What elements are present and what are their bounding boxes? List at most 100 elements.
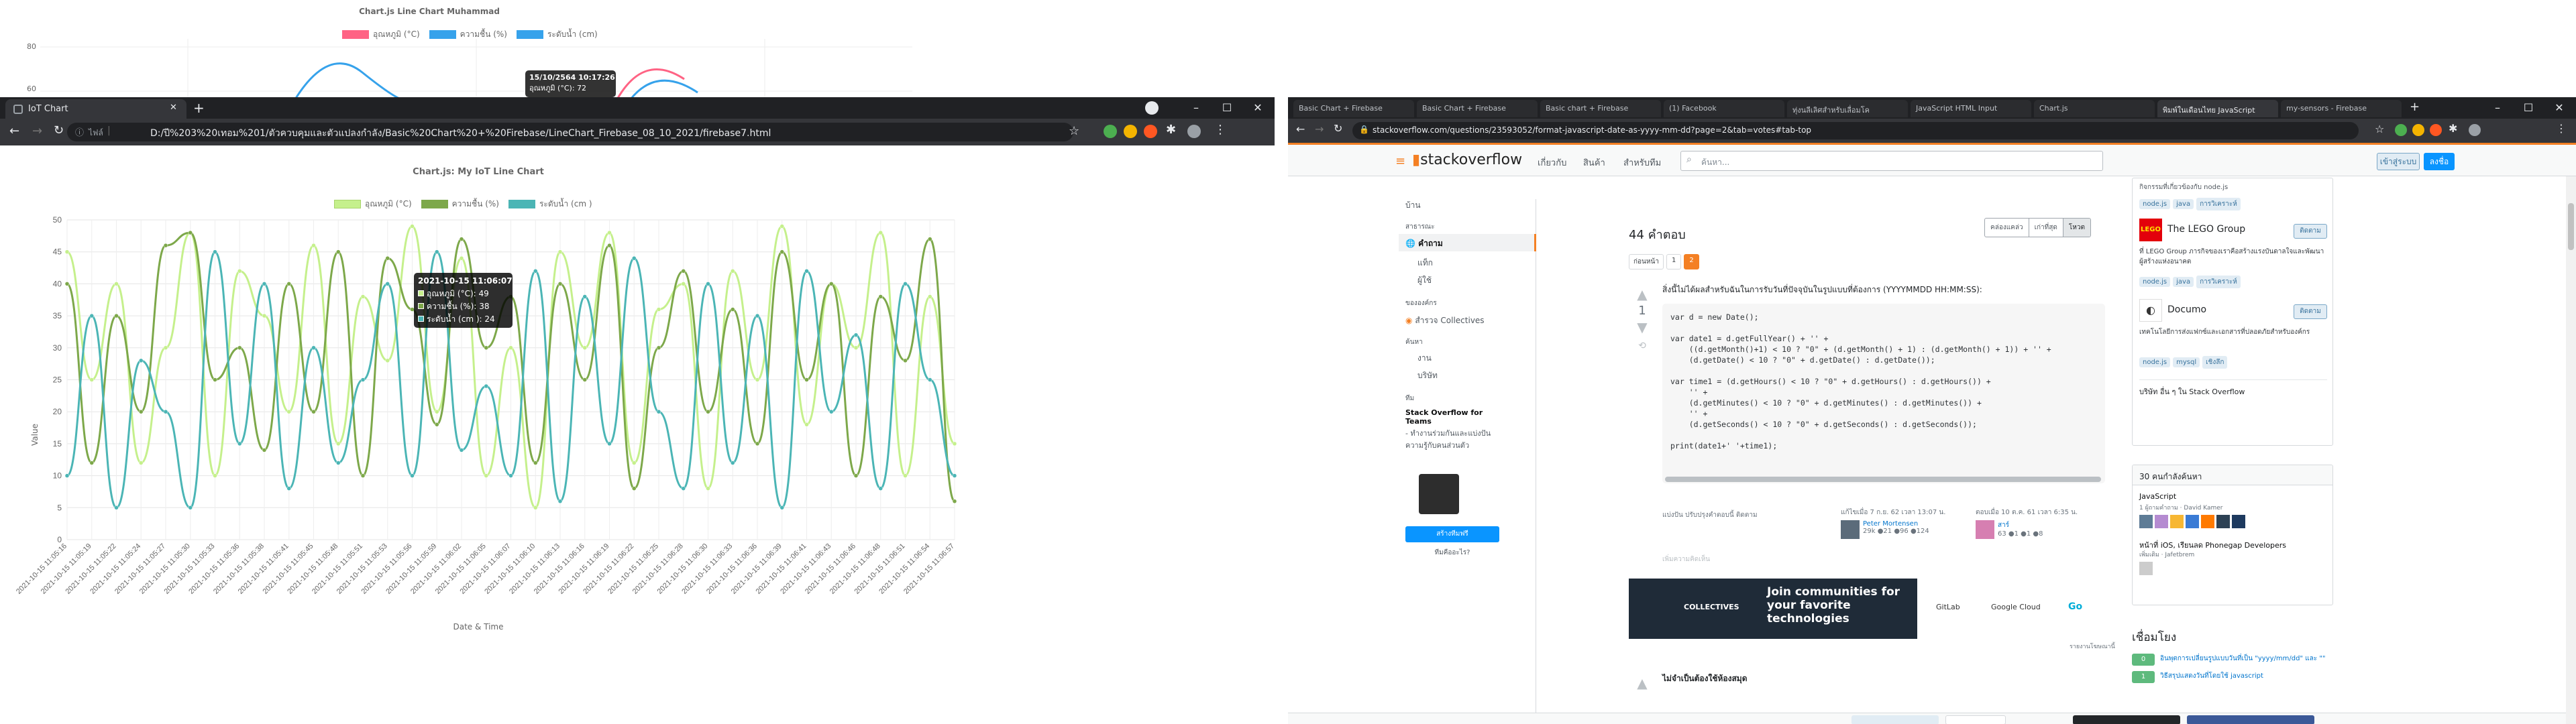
data-point — [755, 377, 760, 382]
answerer-name[interactable]: สาร์ — [1998, 520, 2043, 530]
sidebar-tags[interactable]: แท็ก — [1417, 257, 1433, 269]
data-point — [780, 249, 784, 254]
browser-tab[interactable]: Basic Chart + Firebase — [1417, 100, 1538, 117]
nav-teams[interactable]: สำหรับทีม — [1623, 156, 1661, 170]
collective-name[interactable]: The LEGO Group — [2167, 224, 2245, 235]
extension-icon[interactable] — [1104, 125, 1117, 138]
extension-icon[interactable] — [1144, 125, 1157, 138]
puzzle-icon[interactable]: ✱ — [2449, 122, 2457, 135]
bottom-button[interactable] — [1851, 715, 1939, 724]
bottom-button[interactable] — [2187, 715, 2314, 724]
teams-what-link[interactable]: ทีมคืออะไร? — [1405, 548, 1499, 558]
ad-report-link[interactable]: รายงานโฆษณานี้ — [2070, 642, 2115, 651]
extension-icon[interactable] — [2412, 124, 2424, 136]
history-icon[interactable]: ⟲ — [1629, 341, 1656, 351]
sort-tab-votes[interactable]: โหวต — [2063, 219, 2090, 237]
page-scrollbar[interactable] — [2566, 176, 2576, 724]
nav-about[interactable]: เกี่ยวกับ — [1538, 156, 1566, 170]
upvote-icon[interactable]: ▲ — [1629, 286, 1656, 302]
profile-avatar[interactable] — [2469, 124, 2481, 136]
bg-chart-title: Chart.js Line Chart Muhammad — [359, 7, 500, 16]
bookmark-star-icon[interactable]: ☆ — [2375, 123, 2384, 135]
browser-tab[interactable]: (1) Facebook — [1664, 100, 1784, 117]
reload-icon[interactable]: ↻ — [1334, 122, 1342, 135]
extension-icon[interactable] — [1124, 125, 1137, 138]
create-team-button[interactable]: สร้างทีมฟรี — [1405, 526, 1499, 542]
browser-tab[interactable]: ทุ่งนลีเลิศสำหรับเลื่อมโค — [1787, 100, 1908, 117]
follow-button[interactable]: ติดตาม — [2294, 224, 2327, 239]
minimize-button[interactable]: – — [2482, 97, 2513, 119]
add-comment-link[interactable]: เพิ่มความคิดเห็น — [1662, 554, 1710, 564]
bottom-button[interactable] — [1945, 715, 2006, 724]
sidebar-jobs[interactable]: งาน — [1417, 352, 1432, 365]
browser-tab[interactable]: JavaScript HTML Input — [1911, 100, 2031, 117]
profile-avatar[interactable] — [1187, 125, 1201, 138]
tab-search-icon[interactable] — [1145, 101, 1159, 115]
page-1[interactable]: 1 — [1666, 254, 1682, 269]
sidebar-collectives[interactable]: ◉ สำรวจ Collectives — [1405, 314, 1485, 327]
linked-title: เชื่อมโยง — [2132, 631, 2177, 644]
so-logo[interactable]: ▮stackoverflow — [1412, 152, 1522, 168]
signup-button[interactable]: ลงชื่อ — [2424, 153, 2455, 170]
tag: node.js — [2139, 277, 2171, 287]
sidebar-users[interactable]: ผู้ใช้ — [1417, 274, 1432, 287]
browser-tab[interactable]: Basic Chart + Firebase — [1293, 100, 1414, 117]
code-scrollbar[interactable] — [1665, 477, 2101, 482]
new-tab-button[interactable]: + — [2410, 100, 2420, 114]
menu-dots-icon[interactable]: ⋮ — [1214, 123, 1226, 137]
extension-icon[interactable] — [2395, 124, 2407, 136]
browser-tab[interactable]: my-sensors - Firebase — [2281, 100, 2402, 117]
browser-tab[interactable]: Chart.js — [2034, 100, 2155, 117]
puzzle-icon[interactable]: ✱ — [1166, 123, 1176, 137]
sidebar-home[interactable]: บ้าน — [1405, 199, 1421, 212]
menu-dots-icon[interactable]: ⋮ — [2556, 122, 2567, 135]
data-point — [829, 282, 834, 286]
right-address-bar: ← → ↻ 🔒 stackoverflow.com/questions/2359… — [1288, 119, 2576, 143]
sidebar-companies[interactable]: บริษัท — [1417, 369, 1438, 382]
share-links[interactable]: แบ่งปัน ปรับปรุงคำตอบนี้ ติดตาม — [1662, 510, 1758, 520]
ad-partners: GitLab Google Cloud Go — [1917, 579, 2112, 639]
editor-avatar[interactable] — [1841, 520, 1860, 539]
right-tab-bar: Basic Chart + Firebase Basic Chart + Fir… — [1288, 97, 2576, 119]
browser-tab-active[interactable]: พิมพ์ในเดือนไทย JavaScript — [2157, 100, 2278, 117]
forward-arrow-icon[interactable]: → — [1315, 123, 1324, 135]
collective-link[interactable]: บริษัท อื่น ๆ ใน Stack Overflow — [2139, 379, 2327, 398]
upvote-icon[interactable]: ▲ — [1629, 675, 1656, 691]
search-input[interactable]: ⌕ ค้นหา... — [1680, 151, 2103, 171]
login-button[interactable]: เข้าสู่ระบบ — [2377, 153, 2420, 170]
right-browser-window: Basic Chart + Firebase Basic Chart + Fir… — [1288, 97, 2576, 724]
bottom-button[interactable] — [2073, 715, 2180, 724]
scrollbar-thumb[interactable] — [2568, 203, 2574, 250]
downvote-icon[interactable]: ▼ — [1629, 319, 1656, 335]
collective-name[interactable]: Documo — [2167, 304, 2206, 315]
prev-page[interactable]: ก่อนหน้า — [1629, 254, 1664, 269]
minimize-button[interactable]: – — [1181, 97, 1212, 119]
linked-item[interactable]: 0 อินพุตการเปลี่ยนรูปแบบวันที่เป็น "yyyy… — [2132, 654, 2333, 666]
ad-banner[interactable]: COLLECTIVES Join communities for your fa… — [1629, 579, 2112, 639]
answerer-avatar[interactable] — [1976, 520, 1994, 539]
extension-icon[interactable] — [2430, 124, 2442, 136]
url-bar[interactable]: 🔒 stackoverflow.com/questions/23593052/f… — [1352, 122, 2359, 139]
follow-button[interactable]: ติดตาม — [2294, 304, 2327, 319]
page-2[interactable]: 2 — [1684, 254, 1699, 269]
bookmark-star-icon[interactable]: ☆ — [1069, 124, 1079, 138]
maximize-button[interactable]: ☐ — [2513, 97, 2544, 119]
editor-name[interactable]: Peter Mortensen — [1863, 520, 1929, 528]
sort-tab-active[interactable]: คล่องแคล่ว — [1985, 219, 2029, 237]
maximize-button[interactable]: ☐ — [1212, 97, 1242, 119]
close-window-button[interactable]: ✕ — [2544, 97, 2575, 119]
sort-tab-oldest[interactable]: เก่าที่สุด — [2029, 219, 2063, 237]
linked-item[interactable]: 1 วิธีสรุปแสดงวันที่โดยใช้ javascript — [2132, 671, 2333, 683]
sidebar-questions[interactable]: 🌐 คำถาม — [1399, 234, 1536, 251]
data-point — [557, 282, 563, 286]
data-point — [64, 249, 70, 254]
back-arrow-icon[interactable]: ← — [1296, 123, 1305, 135]
browser-tab[interactable]: Basic chart + Firebase — [1540, 100, 1661, 117]
nav-products[interactable]: สินค้า — [1583, 156, 1605, 170]
data-point — [336, 461, 341, 465]
tag: mysql — [2173, 357, 2200, 367]
close-window-button[interactable]: ✕ — [1242, 97, 1273, 119]
menu-icon[interactable]: ≡ — [1395, 154, 1405, 168]
hot-item[interactable]: JavaScript — [2139, 492, 2176, 501]
search-icon: ⌕ — [1686, 154, 1692, 165]
